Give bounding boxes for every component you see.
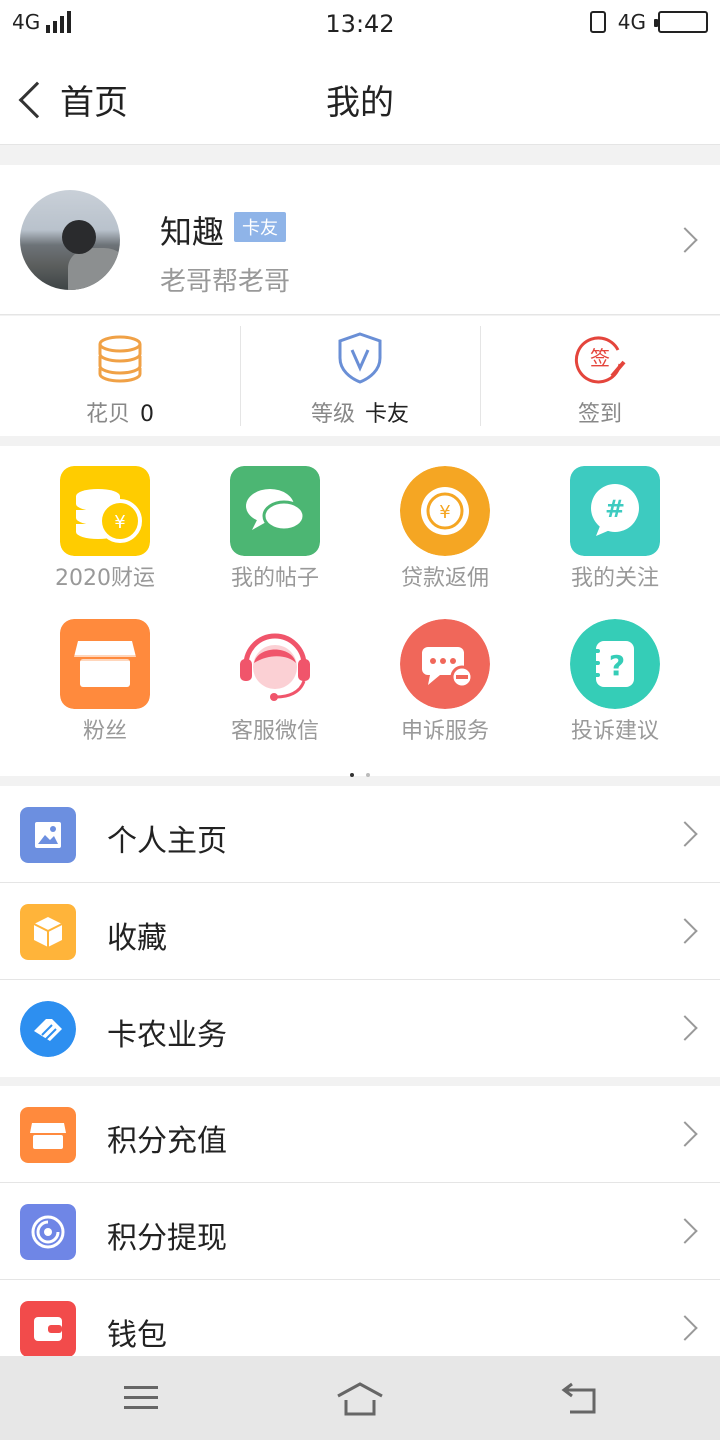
chevron-right-icon bbox=[672, 1218, 698, 1244]
grid-label: 客服微信 bbox=[230, 719, 319, 744]
battery-icon bbox=[654, 11, 708, 33]
svg-text:签: 签 bbox=[590, 346, 610, 370]
page-dot-active bbox=[350, 773, 354, 777]
page-indicator bbox=[0, 762, 720, 781]
shield-v-icon bbox=[338, 332, 382, 384]
stat-huabei[interactable]: 花贝 0 bbox=[0, 316, 240, 436]
menu-item-kanong-business[interactable]: 卡农业务 bbox=[0, 980, 720, 1077]
handshake-icon bbox=[20, 1001, 76, 1057]
storefront-icon bbox=[60, 619, 150, 709]
grid-item-fans[interactable]: 粉丝 bbox=[20, 599, 190, 744]
wallet-icon bbox=[20, 1301, 76, 1356]
yuan-coin-icon: ¥ bbox=[400, 466, 490, 556]
stat-value: 0 bbox=[140, 402, 154, 427]
chevron-right-icon bbox=[672, 821, 698, 847]
chevron-right-icon bbox=[672, 1315, 698, 1341]
avatar bbox=[20, 190, 120, 290]
chevron-right-icon bbox=[672, 1015, 698, 1041]
vibrate-icon bbox=[589, 11, 606, 33]
svg-text:?: ? bbox=[609, 649, 625, 682]
svg-text:¥: ¥ bbox=[114, 512, 125, 533]
coins-stack-icon bbox=[98, 335, 142, 383]
svg-text:#: # bbox=[605, 495, 625, 523]
grid-item-fortune[interactable]: ¥ 2020财运 bbox=[20, 446, 190, 591]
menu-group-1: 个人主页 收藏 卡农业务 bbox=[0, 786, 720, 1077]
menu-item-label: 积分充值 bbox=[107, 1124, 227, 1159]
nav-bar: 首页 我的 bbox=[0, 50, 720, 145]
feature-grid: ¥ 2020财运 我的帖子 ¥ 贷款返佣 # 我的关注 粉丝 客服微信 申诉服务… bbox=[0, 446, 720, 777]
status-bar: 4G 13:42 4G bbox=[0, 0, 720, 50]
menu-item-wallet[interactable]: 钱包 bbox=[0, 1280, 720, 1356]
menu-item-favorites[interactable]: 收藏 bbox=[0, 883, 720, 980]
network-type-right: 4G bbox=[617, 10, 646, 34]
stats-bar: 花贝 0 等级 卡友 签 签到 bbox=[0, 316, 720, 436]
grid-item-appeal[interactable]: 申诉服务 bbox=[360, 599, 530, 744]
menu-item-points-recharge[interactable]: 积分充值 bbox=[0, 1086, 720, 1183]
menu-item-points-withdraw[interactable]: 积分提现 bbox=[0, 1183, 720, 1280]
chevron-right-icon bbox=[672, 918, 698, 944]
gold-coins-icon: ¥ bbox=[60, 466, 150, 556]
grid-item-wechat-service[interactable]: 客服微信 bbox=[190, 599, 360, 744]
chevron-right-icon bbox=[672, 1121, 698, 1147]
profile-subtitle: 老哥帮老哥 bbox=[160, 267, 291, 297]
store-icon bbox=[20, 1107, 76, 1163]
question-notebook-icon: ? bbox=[570, 619, 660, 709]
grid-label: 2020财运 bbox=[55, 566, 155, 591]
box-icon bbox=[20, 904, 76, 960]
grid-item-my-posts[interactable]: 我的帖子 bbox=[190, 446, 360, 591]
grid-label: 粉丝 bbox=[82, 719, 127, 744]
message-minus-icon bbox=[400, 619, 490, 709]
sign-in-stamp-icon: 签 bbox=[574, 336, 626, 384]
profile-name: 知趣 bbox=[160, 213, 225, 251]
grid-item-loan-rebate[interactable]: ¥ 贷款返佣 bbox=[360, 446, 530, 591]
chevron-right-icon bbox=[672, 227, 698, 253]
grid-label: 我的关注 bbox=[570, 566, 659, 591]
spiral-icon bbox=[20, 1204, 76, 1260]
back-arrow-icon[interactable] bbox=[560, 1382, 600, 1416]
chat-bubbles-icon bbox=[230, 466, 320, 556]
stat-label: 签到 bbox=[577, 402, 622, 427]
menu-item-label: 卡农业务 bbox=[107, 1018, 227, 1053]
home-icon[interactable] bbox=[336, 1380, 384, 1420]
menu-item-label: 积分提现 bbox=[107, 1221, 227, 1256]
stat-value: 卡友 bbox=[365, 402, 410, 427]
grid-label: 贷款返佣 bbox=[400, 566, 489, 591]
grid-label: 我的帖子 bbox=[230, 566, 319, 591]
stat-label: 花贝 bbox=[85, 402, 130, 427]
headset-agent-icon bbox=[240, 633, 310, 701]
menu-item-label: 收藏 bbox=[107, 921, 167, 956]
grid-label: 申诉服务 bbox=[400, 719, 489, 744]
svg-text:¥: ¥ bbox=[439, 502, 450, 523]
menu-item-homepage[interactable]: 个人主页 bbox=[0, 786, 720, 883]
menu-item-label: 钱包 bbox=[107, 1318, 167, 1353]
profile-card[interactable]: 知趣 卡友 老哥帮老哥 bbox=[0, 165, 720, 315]
grid-item-following[interactable]: # 我的关注 bbox=[530, 446, 700, 591]
hashtag-bubble-icon: # bbox=[570, 466, 660, 556]
status-right: 4G bbox=[589, 10, 708, 34]
page-title: 我的 bbox=[326, 83, 394, 123]
stat-level[interactable]: 等级 卡友 bbox=[240, 316, 480, 436]
level-badge: 卡友 bbox=[234, 212, 286, 242]
page-dot bbox=[366, 773, 370, 777]
stat-signin[interactable]: 签 签到 bbox=[480, 316, 720, 436]
menu-group-2: 积分充值 积分提现 钱包 bbox=[0, 1086, 720, 1356]
grid-item-complaint[interactable]: ? 投诉建议 bbox=[530, 599, 700, 744]
stat-label: 等级 bbox=[310, 402, 355, 427]
grid-label: 投诉建议 bbox=[570, 719, 659, 744]
menu-icon[interactable] bbox=[124, 1386, 158, 1410]
system-nav-bar bbox=[0, 1356, 720, 1440]
picture-icon bbox=[20, 807, 76, 863]
menu-item-label: 个人主页 bbox=[107, 824, 227, 859]
